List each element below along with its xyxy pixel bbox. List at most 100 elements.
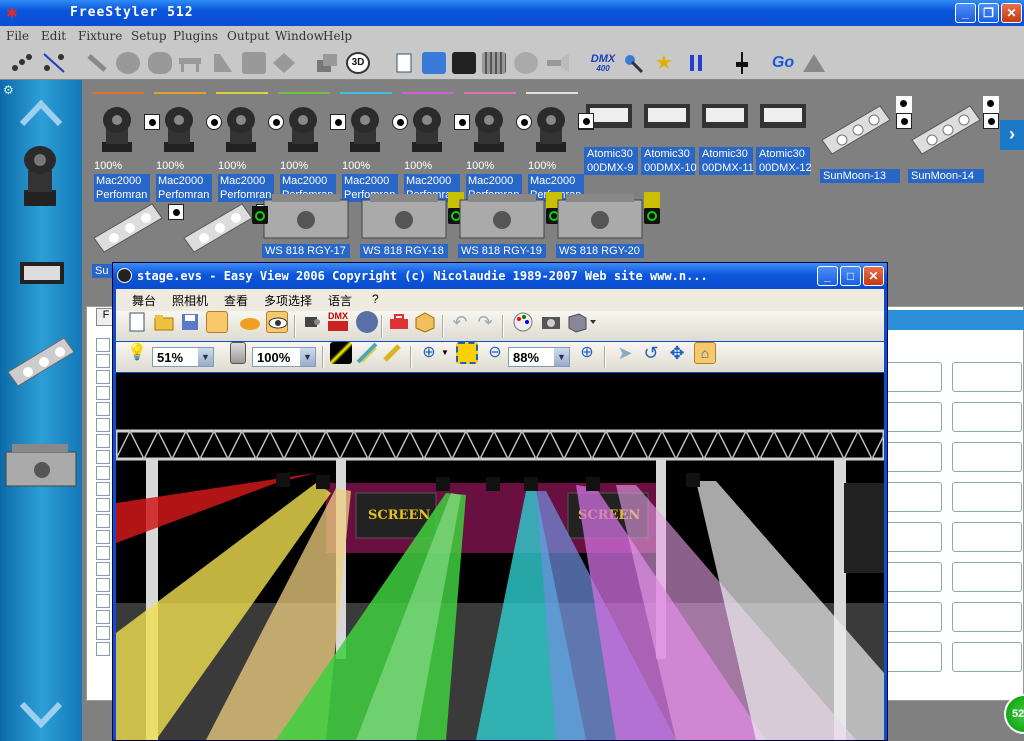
sunmoon-fixture-16[interactable] bbox=[180, 198, 258, 256]
strobe-fixture-11[interactable] bbox=[700, 100, 750, 132]
menu-language[interactable]: 语言 bbox=[328, 292, 352, 309]
projector-icon[interactable] bbox=[301, 311, 323, 333]
laser-fixture-18[interactable]: WS 818 RGY-18 bbox=[360, 192, 464, 258]
strobe-library-icon[interactable] bbox=[16, 254, 68, 294]
close-button[interactable]: ✕ bbox=[1001, 3, 1022, 23]
beam-effect-icon[interactable] bbox=[330, 342, 352, 364]
zoom-out-icon[interactable]: ⊖ bbox=[484, 342, 506, 364]
panel-button[interactable] bbox=[952, 482, 1022, 512]
hardhat-icon[interactable] bbox=[239, 311, 261, 333]
mac2000-fixture-5[interactable]: 100% Mac2000 Perfomran bbox=[336, 82, 408, 202]
laser-fixture-17[interactable]: WS 818 RGY-17 bbox=[252, 192, 352, 258]
pen-tool-icon[interactable] bbox=[85, 52, 109, 74]
mac2000-fixture-1[interactable]: 100% Mac2000 Perfomran bbox=[88, 82, 160, 202]
menu-multi-select[interactable]: 多项选择 bbox=[264, 292, 312, 309]
pointer-icon[interactable]: ➤ bbox=[614, 342, 636, 364]
unselect-fixtures-icon[interactable] bbox=[42, 52, 66, 74]
panel-button[interactable] bbox=[952, 602, 1022, 632]
zoom-dropdown-icon[interactable]: ▼ bbox=[441, 342, 449, 364]
zoom-reset-icon[interactable]: ⊕ bbox=[576, 342, 598, 364]
mac2000-fixture-8[interactable]: 100% Mac2000Perfomran bbox=[522, 82, 594, 202]
menu-help-question[interactable]: ? bbox=[372, 292, 379, 306]
fixture-checkbox[interactable] bbox=[96, 370, 110, 384]
panel-button[interactable] bbox=[952, 402, 1022, 432]
cue-stack-icon[interactable] bbox=[315, 52, 339, 74]
record-icon[interactable] bbox=[356, 311, 378, 333]
keyboard-icon[interactable] bbox=[452, 52, 476, 74]
select-fixtures-icon[interactable] bbox=[10, 52, 34, 74]
menu-window[interactable]: Window bbox=[275, 29, 324, 43]
easy-view-maximize-button[interactable]: □ bbox=[840, 266, 861, 286]
menu-view[interactable]: 查看 bbox=[224, 292, 248, 309]
wizard-icon[interactable] bbox=[622, 52, 646, 74]
undo-icon[interactable]: ↶ bbox=[449, 311, 471, 333]
zoom-select[interactable]: 88% ▼ bbox=[508, 347, 570, 367]
menu-camera[interactable]: 照相机 bbox=[172, 292, 208, 309]
cue-monitor-icon[interactable] bbox=[422, 52, 446, 74]
easy-view-close-button[interactable]: ✕ bbox=[863, 266, 884, 286]
speaker-icon[interactable] bbox=[514, 52, 538, 74]
eye-view-icon[interactable] bbox=[266, 311, 288, 333]
camera-icon[interactable] bbox=[540, 311, 562, 333]
fixture-checkbox[interactable] bbox=[96, 354, 110, 368]
menu-file[interactable]: File bbox=[6, 29, 29, 43]
menu-edit[interactable]: Edit bbox=[41, 29, 66, 43]
panel-button[interactable] bbox=[952, 562, 1022, 592]
fixture-checkbox[interactable] bbox=[96, 594, 110, 608]
restore-button[interactable]: ❐ bbox=[978, 3, 999, 23]
dmx-input-icon[interactable]: DMX bbox=[326, 311, 350, 333]
frame-icon[interactable] bbox=[242, 52, 266, 74]
light-intensity-select[interactable]: 51% ▼ bbox=[152, 347, 214, 367]
fixture-checkbox[interactable] bbox=[96, 338, 110, 352]
zoom-in-icon[interactable]: ⊕ bbox=[418, 342, 440, 364]
scroll-down-icon[interactable] bbox=[18, 692, 64, 738]
fixture-checkbox[interactable] bbox=[96, 402, 110, 416]
panel-button[interactable] bbox=[952, 642, 1022, 672]
sunmoon-fixture-13[interactable] bbox=[818, 98, 896, 158]
scroll-right-icon[interactable]: › bbox=[1000, 120, 1024, 150]
menu-output[interactable]: Output bbox=[227, 29, 270, 43]
fixture-checkbox[interactable] bbox=[96, 610, 110, 624]
strobe-fixture-10[interactable] bbox=[642, 100, 692, 132]
beam-icon[interactable] bbox=[210, 52, 234, 74]
redo-icon[interactable]: ↷ bbox=[474, 311, 496, 333]
menu-plugins[interactable]: Plugins bbox=[173, 29, 218, 43]
fixture-checkbox[interactable] bbox=[96, 466, 110, 480]
rotate-icon[interactable]: ↺ bbox=[640, 342, 662, 364]
shape-icon[interactable] bbox=[148, 52, 172, 74]
fixture-checkbox[interactable] bbox=[96, 498, 110, 512]
master-fader-icon[interactable] bbox=[730, 52, 754, 74]
new-document-icon[interactable] bbox=[392, 52, 416, 74]
mac2000-fixture-7[interactable]: 100% Mac2000Perfomran bbox=[460, 82, 532, 202]
fixture-checkbox[interactable] bbox=[96, 626, 110, 640]
panel-button[interactable] bbox=[952, 362, 1022, 392]
laser-fixture-20[interactable]: WS 818 RGY-20 bbox=[556, 192, 660, 258]
save-icon[interactable] bbox=[179, 311, 201, 333]
fixture-checkbox[interactable] bbox=[96, 482, 110, 496]
fixture-checkbox[interactable] bbox=[96, 514, 110, 528]
fixture-checkbox[interactable] bbox=[96, 418, 110, 432]
fixture-checkbox[interactable] bbox=[96, 386, 110, 400]
brush-icon[interactable] bbox=[381, 342, 403, 364]
warning-icon[interactable] bbox=[802, 52, 826, 74]
truss-icon[interactable] bbox=[178, 52, 202, 74]
fixture-checkbox[interactable] bbox=[96, 562, 110, 576]
easy-view-minimize-button[interactable]: _ bbox=[817, 266, 838, 286]
new-file-icon[interactable] bbox=[126, 311, 148, 333]
fixture-checkbox[interactable] bbox=[96, 578, 110, 592]
menu-help[interactable]: Help bbox=[323, 29, 352, 43]
moving-head-library-icon[interactable] bbox=[14, 140, 66, 210]
mac2000-fixture-2[interactable]: 100% Mac2000 Perfomran bbox=[150, 82, 222, 202]
mac2000-fixture-4[interactable]: 100% Mac2000Perfomran bbox=[274, 82, 346, 202]
fixture-checkbox[interactable] bbox=[96, 434, 110, 448]
sunmoon-fixture-15[interactable] bbox=[90, 198, 168, 256]
strobe-fixture-12[interactable] bbox=[758, 100, 808, 132]
minimize-button[interactable]: _ bbox=[955, 3, 976, 23]
cube-icon[interactable] bbox=[414, 311, 436, 333]
menu-setup[interactable]: Setup bbox=[131, 29, 167, 43]
dmx-400-icon[interactable]: DMX 400 bbox=[588, 52, 618, 74]
fixture-checkbox[interactable] bbox=[96, 530, 110, 544]
gobo-icon[interactable] bbox=[116, 52, 140, 74]
hand-tool-icon[interactable] bbox=[206, 311, 228, 333]
beam-color-icon[interactable] bbox=[356, 342, 378, 364]
